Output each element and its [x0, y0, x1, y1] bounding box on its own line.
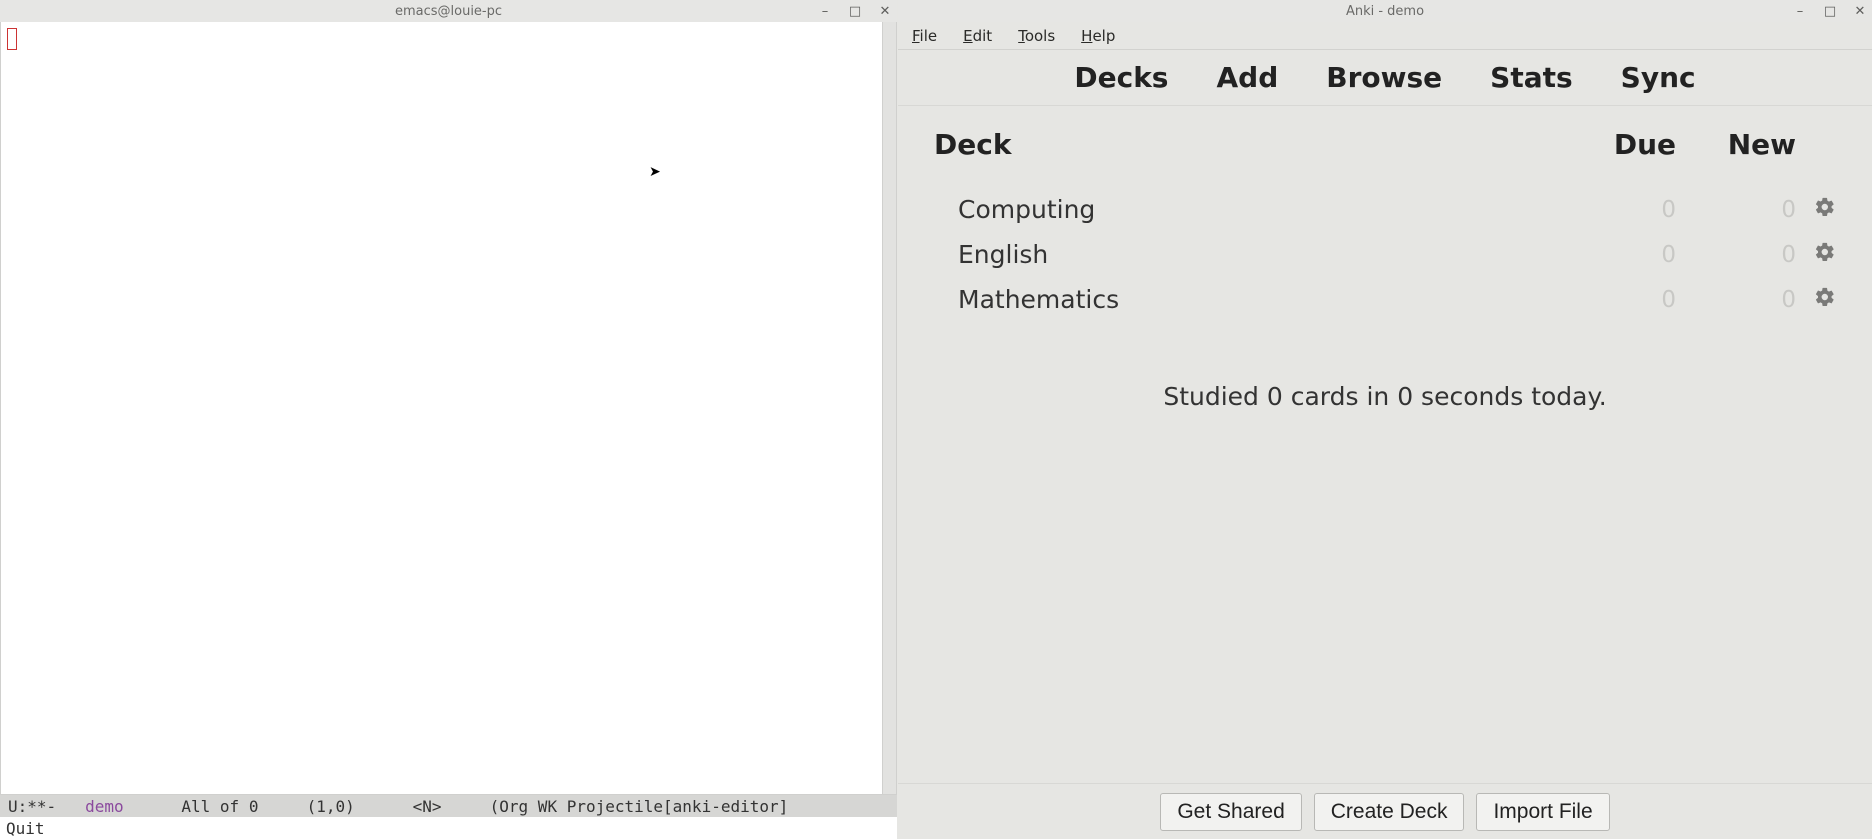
deck-due: 0 — [1556, 197, 1676, 223]
deck-name[interactable]: Computing — [958, 195, 1556, 224]
minibuffer-text: Quit — [6, 819, 45, 838]
create-deck-button[interactable]: Create Deck — [1314, 793, 1465, 831]
col-new: New — [1676, 128, 1796, 161]
deck-new: 0 — [1676, 242, 1796, 268]
anki-toolbar: Decks Add Browse Stats Sync — [898, 50, 1872, 106]
deck-new: 0 — [1676, 197, 1796, 223]
study-status: Studied 0 cards in 0 seconds today. — [934, 382, 1836, 411]
deck-due: 0 — [1556, 287, 1676, 313]
deck-list-header: Deck Due New — [934, 128, 1836, 161]
gear-icon[interactable] — [1796, 195, 1836, 224]
menu-edit[interactable]: Edit — [963, 27, 992, 45]
anki-title: Anki - demo — [1346, 4, 1424, 19]
close-icon[interactable]: ✕ — [1852, 4, 1868, 19]
tab-add[interactable]: Add — [1216, 61, 1278, 94]
deck-row: Computing 0 0 — [934, 187, 1836, 232]
anki-titlebar[interactable]: Anki - demo – □ ✕ — [898, 0, 1872, 22]
emacs-scrollbar[interactable] — [882, 22, 896, 794]
col-deck: Deck — [934, 128, 1556, 161]
menu-file[interactable]: File — [912, 27, 937, 45]
emacs-cursor — [7, 28, 17, 50]
emacs-minibuffer[interactable]: Quit — [0, 817, 897, 839]
deck-name[interactable]: Mathematics — [958, 285, 1556, 314]
deck-due: 0 — [1556, 242, 1676, 268]
col-due: Due — [1556, 128, 1676, 161]
anki-menubar: File Edit Tools Help — [898, 22, 1872, 50]
anki-main: Deck Due New Computing 0 0 English 0 0 M… — [898, 106, 1872, 783]
emacs-window: emacs@louie-pc – □ ✕ ➤ U:**- demo All of… — [0, 0, 897, 839]
gear-icon[interactable] — [1796, 285, 1836, 314]
minimize-icon[interactable]: – — [1792, 4, 1808, 19]
deck-new: 0 — [1676, 287, 1796, 313]
maximize-icon[interactable]: □ — [847, 4, 863, 19]
anki-window: Anki - demo – □ ✕ File Edit Tools Help D… — [898, 0, 1872, 839]
import-file-button[interactable]: Import File — [1476, 793, 1609, 831]
minimize-icon[interactable]: – — [817, 4, 833, 19]
menu-tools[interactable]: Tools — [1018, 27, 1055, 45]
emacs-body: ➤ — [0, 22, 897, 795]
emacs-modeline[interactable]: U:**- demo All of 0 (1,0) <N> (Org WK Pr… — [0, 795, 897, 817]
anki-footer: Get Shared Create Deck Import File — [898, 783, 1872, 839]
mouse-pointer-icon: ➤ — [649, 164, 661, 180]
modeline-prefix: U:**- — [8, 797, 85, 816]
emacs-buffer[interactable]: ➤ — [1, 22, 882, 794]
tab-sync[interactable]: Sync — [1621, 61, 1696, 94]
get-shared-button[interactable]: Get Shared — [1160, 793, 1301, 831]
modeline-position: All of 0 (1,0) <N> (Org WK Projectile[an… — [124, 797, 789, 816]
modeline-buffer-name: demo — [85, 797, 124, 816]
emacs-titlebar[interactable]: emacs@louie-pc – □ ✕ — [0, 0, 897, 22]
deck-row: English 0 0 — [934, 232, 1836, 277]
menu-help[interactable]: Help — [1081, 27, 1115, 45]
tab-decks[interactable]: Decks — [1074, 61, 1168, 94]
tab-browse[interactable]: Browse — [1326, 61, 1442, 94]
tab-stats[interactable]: Stats — [1490, 61, 1573, 94]
close-icon[interactable]: ✕ — [877, 4, 893, 19]
deck-row: Mathematics 0 0 — [934, 277, 1836, 322]
emacs-window-controls: – □ ✕ — [817, 0, 893, 22]
deck-name[interactable]: English — [958, 240, 1556, 269]
anki-window-controls: – □ ✕ — [1792, 0, 1868, 22]
emacs-title: emacs@louie-pc — [395, 4, 502, 19]
maximize-icon[interactable]: □ — [1822, 4, 1838, 19]
gear-icon[interactable] — [1796, 240, 1836, 269]
